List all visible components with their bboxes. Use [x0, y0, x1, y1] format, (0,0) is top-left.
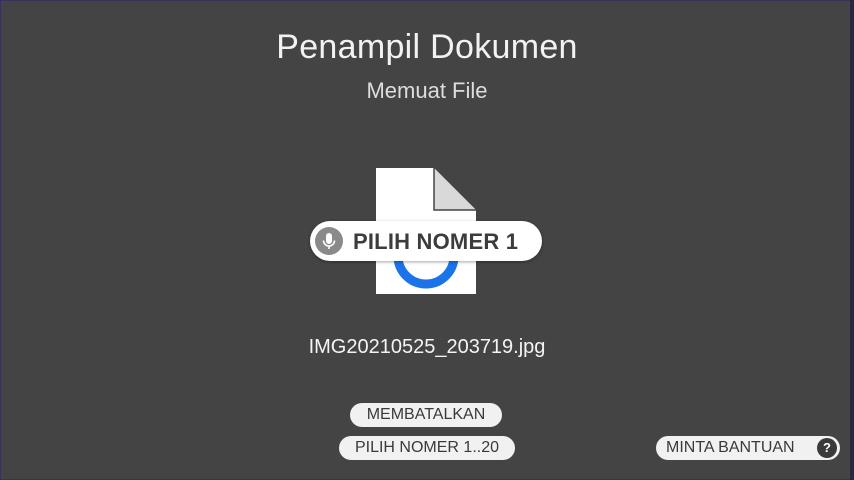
loading-status: Memuat File [366, 78, 488, 103]
frame-edge [850, 0, 854, 480]
cancel-button[interactable]: MEMBATALKAN [350, 403, 502, 427]
file-name: IMG20210525_203719.jpg [308, 336, 546, 358]
select-number-range-button[interactable]: PILIH NOMER 1..20 [339, 436, 515, 460]
help-button-label: MINTA BANTUAN [666, 439, 795, 456]
voice-command-hint[interactable]: PILIH NOMER 1 [310, 221, 542, 261]
question-mark-icon: ? [817, 438, 837, 458]
microphone-icon [315, 227, 343, 255]
page-title: Penampil Dokumen [276, 28, 578, 66]
document-viewer-screen: Penampil Dokumen Memuat File PILIH NOMER… [0, 0, 854, 480]
voice-command-label: PILIH NOMER 1 [353, 229, 519, 254]
help-button[interactable]: MINTA BANTUAN ? [656, 436, 840, 460]
